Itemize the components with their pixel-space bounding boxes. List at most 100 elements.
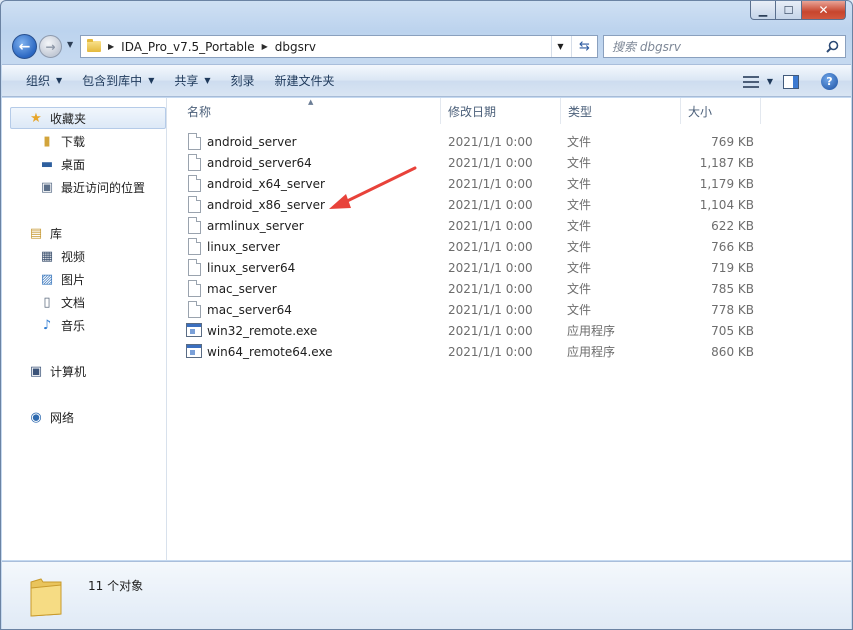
folder-icon xyxy=(87,39,101,52)
navigation-row: ← → ▼ ▶ IDA_Pro_v7.5_Portable ▶ dbgsrv ▼… xyxy=(9,32,846,60)
address-dropdown-icon[interactable]: ▼ xyxy=(551,36,569,57)
status-item-count: 11 个对象 xyxy=(88,579,144,593)
organize-label: 组织 xyxy=(26,74,51,88)
chevron-right-icon[interactable]: ▶ xyxy=(108,42,114,51)
sidebar-item-recent-places[interactable]: ▣ 最近访问的位置 xyxy=(39,176,145,198)
chevron-down-icon: ▼ xyxy=(56,76,63,85)
file-name: mac_server xyxy=(207,281,277,296)
search-icon[interactable] xyxy=(826,40,839,53)
file-icon xyxy=(188,175,201,192)
column-headers: ▲ 名称 修改日期 类型 大小 xyxy=(168,98,851,124)
library-icon: ▤ xyxy=(29,225,43,241)
table-row[interactable]: android_server64 2021/1/1 0:00 文件 1,187 … xyxy=(184,152,764,173)
table-row[interactable]: mac_server 2021/1/1 0:00 文件 785 KB xyxy=(184,278,764,299)
burn-button[interactable]: 刻录 xyxy=(221,65,265,96)
file-icon xyxy=(188,154,201,171)
help-icon[interactable]: ? xyxy=(821,73,838,90)
picture-icon: ▨ xyxy=(40,271,54,287)
folder-icon xyxy=(30,578,62,617)
sidebar-item-network[interactable]: ◉ 网络 xyxy=(28,406,74,428)
sidebar-item-favorites[interactable]: ★ 收藏夹 xyxy=(10,107,166,129)
breadcrumb-item-ida-pro[interactable]: IDA_Pro_v7.5_Portable xyxy=(121,40,254,54)
forward-button[interactable]: → xyxy=(39,35,62,58)
share-button[interactable]: 共享 ▼ xyxy=(164,65,220,96)
desktop-icon: ▬ xyxy=(40,156,54,172)
file-date: 2021/1/1 0:00 xyxy=(448,260,533,275)
sidebar-item-label: 网络 xyxy=(50,410,75,425)
table-row[interactable]: win32_remote.exe 2021/1/1 0:00 应用程序 705 … xyxy=(184,320,764,341)
file-type: 文件 xyxy=(567,135,592,149)
table-row[interactable]: android_server 2021/1/1 0:00 文件 769 KB xyxy=(184,131,764,152)
include-in-library-button[interactable]: 包含到库中 ▼ xyxy=(72,65,164,96)
address-bar[interactable]: ▶ IDA_Pro_v7.5_Portable ▶ dbgsrv ▼ ⇆ xyxy=(80,35,598,58)
recent-pages-dropdown-icon[interactable]: ▼ xyxy=(67,40,73,49)
table-row[interactable]: android_x64_server 2021/1/1 0:00 文件 1,17… xyxy=(184,173,764,194)
application-icon xyxy=(186,344,202,358)
file-date: 2021/1/1 0:00 xyxy=(448,155,533,170)
column-header-name[interactable]: 名称 xyxy=(180,98,441,124)
file-size: 785 KB xyxy=(711,281,754,296)
file-type: 应用程序 xyxy=(567,324,616,338)
sidebar-item-downloads[interactable]: ▮ 下载 xyxy=(39,130,85,152)
maximize-button[interactable]: ☐ xyxy=(776,1,802,20)
close-button[interactable]: ✕ xyxy=(802,1,846,20)
music-icon: ♪ xyxy=(42,317,52,333)
share-label: 共享 xyxy=(174,74,199,88)
column-header-type[interactable]: 类型 xyxy=(561,98,681,124)
file-type: 文件 xyxy=(567,156,592,170)
chevron-right-icon[interactable]: ▶ xyxy=(262,42,268,51)
sidebar-item-computer[interactable]: ▣ 计算机 xyxy=(28,360,86,382)
sidebar-item-libraries[interactable]: ▤ 库 xyxy=(28,222,62,244)
burn-label: 刻录 xyxy=(230,74,255,88)
sidebar-item-pictures[interactable]: ▨ 图片 xyxy=(39,268,85,290)
organize-button[interactable]: 组织 ▼ xyxy=(2,65,72,96)
file-date: 2021/1/1 0:00 xyxy=(448,323,533,338)
view-options-icon[interactable] xyxy=(742,75,759,88)
new-folder-label: 新建文件夹 xyxy=(274,74,335,88)
table-row[interactable]: armlinux_server 2021/1/1 0:00 文件 622 KB xyxy=(184,215,764,236)
table-row[interactable]: android_x86_server 2021/1/1 0:00 文件 1,10… xyxy=(184,194,764,215)
content-area: ★ 收藏夹 ▮ 下载 ▬ 桌面 ▣ 最近访问的位置 ▤ 库 ▦ 视频 ▨ 图片 … xyxy=(2,98,851,560)
recent-places-icon: ▣ xyxy=(40,179,54,195)
minimize-button[interactable]: ▁ xyxy=(750,1,776,20)
sidebar-item-music[interactable]: ♪ 音乐 xyxy=(39,314,85,336)
sidebar-item-label: 音乐 xyxy=(61,318,86,333)
file-type: 应用程序 xyxy=(567,345,616,359)
sidebar-item-desktop[interactable]: ▬ 桌面 xyxy=(39,153,85,175)
refresh-icon[interactable]: ⇆ xyxy=(571,36,597,57)
column-header-date[interactable]: 修改日期 xyxy=(441,98,561,124)
file-icon xyxy=(188,133,201,150)
search-input[interactable]: 搜索 dbgsrv xyxy=(603,35,846,58)
file-name: linux_server64 xyxy=(207,260,296,275)
file-name: android_x64_server xyxy=(207,176,325,191)
new-folder-button[interactable]: 新建文件夹 xyxy=(265,65,345,96)
navigation-pane: ★ 收藏夹 ▮ 下载 ▬ 桌面 ▣ 最近访问的位置 ▤ 库 ▦ 视频 ▨ 图片 … xyxy=(2,98,167,560)
file-size: 705 KB xyxy=(711,323,754,338)
file-date: 2021/1/1 0:00 xyxy=(448,218,533,233)
back-button[interactable]: ← xyxy=(12,34,37,59)
application-icon xyxy=(186,323,202,337)
table-row[interactable]: win64_remote64.exe 2021/1/1 0:00 应用程序 86… xyxy=(184,341,764,362)
preview-pane-icon[interactable] xyxy=(783,74,799,89)
file-date: 2021/1/1 0:00 xyxy=(448,134,533,149)
table-row[interactable]: linux_server64 2021/1/1 0:00 文件 719 KB xyxy=(184,257,764,278)
sidebar-item-label: 库 xyxy=(50,226,63,241)
sidebar-item-label: 桌面 xyxy=(61,157,86,172)
column-header-size[interactable]: 大小 xyxy=(681,98,761,124)
file-icon xyxy=(188,196,201,213)
file-size: 622 KB xyxy=(711,218,754,233)
sidebar-item-videos[interactable]: ▦ 视频 xyxy=(39,245,85,267)
file-type: 文件 xyxy=(567,177,592,191)
sidebar-item-label: 图片 xyxy=(61,272,86,287)
chevron-down-icon: ▼ xyxy=(148,76,155,85)
sidebar-item-documents[interactable]: ▯ 文档 xyxy=(39,291,85,313)
file-size: 860 KB xyxy=(711,344,754,359)
chevron-down-icon: ▼ xyxy=(204,76,211,85)
table-row[interactable]: mac_server64 2021/1/1 0:00 文件 778 KB xyxy=(184,299,764,320)
file-name: mac_server64 xyxy=(207,302,292,317)
file-type: 文件 xyxy=(567,282,592,296)
table-row[interactable]: linux_server 2021/1/1 0:00 文件 766 KB xyxy=(184,236,764,257)
column-header-label: 修改日期 xyxy=(448,104,497,119)
breadcrumb-item-dbgsrv[interactable]: dbgsrv xyxy=(275,40,316,54)
chevron-down-icon[interactable]: ▼ xyxy=(767,77,773,86)
